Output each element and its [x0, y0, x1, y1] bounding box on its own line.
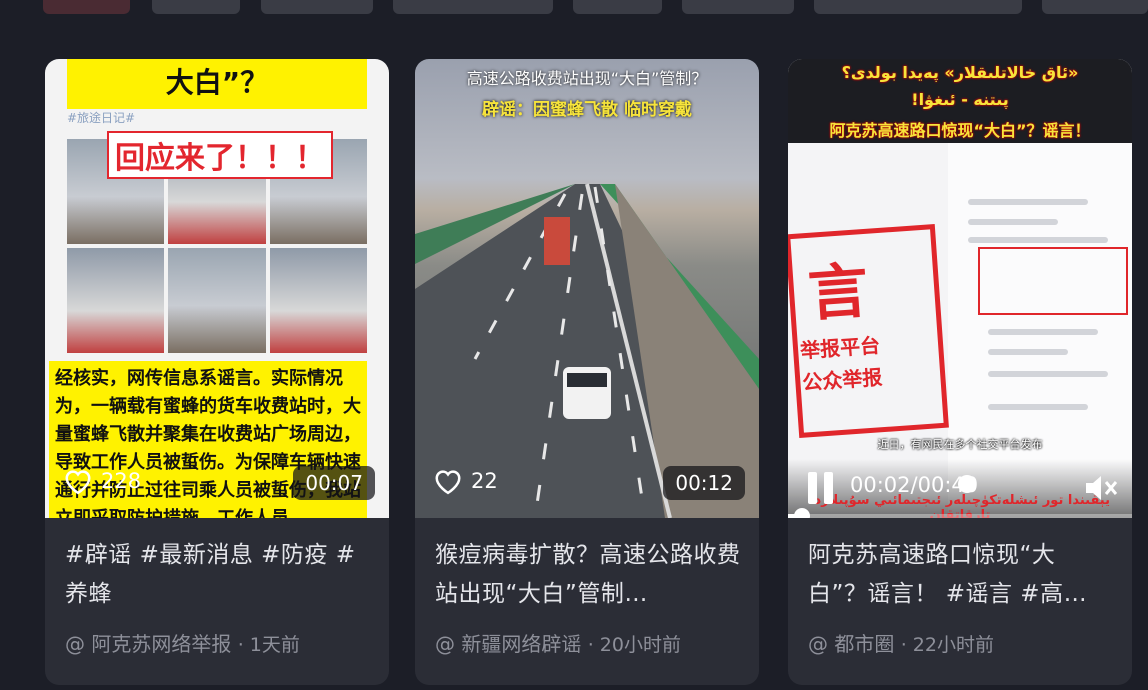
thumbnail-headline: 大白”？	[165, 66, 269, 99]
video-meta: @ 阿克苏网络举报 · 1天前	[65, 628, 300, 657]
pause-icon[interactable]	[808, 472, 834, 504]
video-thumbnail[interactable]: 大白”？ #旅途日记# 回应来了！！！ 经核实，网传信息系谣言。实际情况为，一辆…	[45, 59, 389, 518]
mute-icon[interactable]	[1084, 473, 1118, 503]
highway-scene	[415, 183, 759, 518]
video-duration: 00:12	[663, 466, 745, 500]
post-time: · 1天前	[237, 634, 300, 656]
thumbnail-tag: #旅途日记#	[67, 111, 136, 125]
uyghur-caption: «ئاق خالاتلىقلار» پەيدا بولدى؟	[841, 63, 1079, 82]
filter-chip[interactable]	[682, 0, 794, 14]
filter-chip[interactable]	[1042, 0, 1148, 14]
thumbnail-red-text: 回应来了！！！	[107, 131, 333, 179]
uyghur-caption: پىتنە - ئىغۋا!	[911, 90, 1009, 109]
video-meta: @ 新疆网络辟谣 · 20小时前	[435, 628, 681, 657]
heart-icon	[65, 470, 91, 495]
video-card[interactable]: 言 举报平台 公众举报 «ئاق خالاتلىقلار» پەيدا بولد…	[788, 59, 1132, 685]
chinese-caption: 阿克苏高速路口惊现“大白”？谣言！	[829, 121, 1091, 140]
filter-chip[interactable]	[261, 0, 373, 14]
top-filter-bar	[0, 0, 1148, 14]
video-title[interactable]: 猴痘病毒扩散？高速公路收费站出现“大白”管制…	[435, 536, 741, 614]
video-card[interactable]: 大白”？ #旅途日记# 回应来了！！！ 经核实，网传信息系谣言。实际情况为，一辆…	[45, 59, 389, 685]
card-info: #辟谣 #最新消息 #防疫 #养蜂 @ 阿克苏网络举报 · 1天前	[45, 518, 389, 685]
video-title[interactable]: #辟谣 #最新消息 #防疫 #养蜂	[65, 536, 371, 614]
thumbnail-caption-yellow: 辟谣：因蜜蜂飞散 临时穿戴	[482, 100, 692, 120]
like-count: 228	[63, 467, 141, 495]
filter-chip[interactable]	[573, 0, 662, 14]
post-time: · 22小时前	[900, 634, 994, 656]
video-card[interactable]: 高速公路收费站出现“大白”管制？ 辟谣：因蜜蜂飞散 临时穿戴 22 00:12 …	[415, 59, 759, 685]
filter-chip[interactable]	[814, 0, 1022, 14]
stamp-graphic: 言 举报平台 公众举报	[788, 224, 949, 438]
author-name[interactable]: @ 都市圈	[808, 632, 894, 656]
card-info: 猴痘病毒扩散？高速公路收费站出现“大白”管制… @ 新疆网络辟谣 · 20小时前	[415, 518, 759, 685]
filter-chip[interactable]	[393, 0, 553, 14]
like-count: 22	[433, 467, 498, 495]
filter-chip[interactable]	[152, 0, 240, 14]
video-player[interactable]: 言 举报平台 公众举报 «ئاق خالاتلىقلار» پەيدا بولد…	[788, 59, 1132, 518]
volume-handle[interactable]	[958, 475, 976, 493]
video-title[interactable]: 阿克苏高速路口惊现“大白”？谣言！ #谣言 #高…	[808, 536, 1114, 614]
card-info: 阿克苏高速路口惊现“大白”？谣言！ #谣言 #高… @ 都市圈 · 22小时前	[788, 518, 1132, 685]
post-time: · 20小时前	[587, 634, 681, 656]
heart-icon	[435, 470, 461, 495]
video-subtitle: 近日，有网民在多个社交平台发布	[877, 438, 1043, 451]
highlight-box	[978, 247, 1128, 315]
like-count-value: 228	[101, 469, 142, 493]
like-count-value: 22	[471, 469, 498, 493]
video-meta: @ 都市圈 · 22小时前	[808, 628, 994, 657]
video-thumbnail[interactable]: 高速公路收费站出现“大白”管制？ 辟谣：因蜜蜂飞散 临时穿戴 22 00:12	[415, 59, 759, 518]
author-name[interactable]: @ 新疆网络辟谣	[435, 632, 581, 656]
video-duration: 00:07	[293, 466, 375, 500]
thumbnail-caption: 高速公路收费站出现“大白”管制？	[466, 69, 708, 88]
progress-handle[interactable]	[794, 508, 810, 518]
author-name[interactable]: @ 阿克苏网络举报	[65, 632, 231, 656]
filter-chip[interactable]	[43, 0, 130, 14]
